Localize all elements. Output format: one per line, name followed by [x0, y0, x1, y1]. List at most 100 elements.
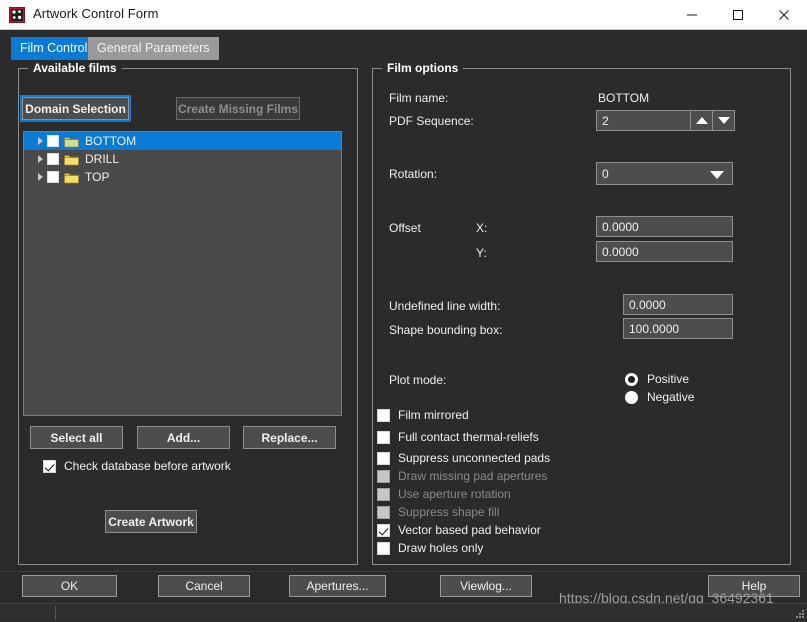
pdf-sequence-decrement-button[interactable] [713, 110, 735, 131]
shape-bounding-box-label: Shape bounding box: [389, 323, 502, 337]
film-name-value: BOTTOM [598, 91, 649, 105]
checkbox-box [377, 470, 390, 483]
tree-item-label: TOP [85, 170, 109, 184]
folder-icon [64, 171, 79, 184]
tree-item-label: DRILL [85, 152, 119, 166]
checkbox-box[interactable] [377, 524, 390, 537]
close-button[interactable] [761, 0, 807, 29]
checkbox-label: Suppress shape fill [398, 505, 499, 519]
chevron-right-icon[interactable] [33, 137, 47, 145]
checkbox-label: Check database before artwork [64, 459, 231, 473]
radio-label: Positive [647, 372, 689, 386]
table-row[interactable]: BOTTOM [24, 132, 341, 150]
checkbox-box[interactable] [377, 452, 390, 465]
checkbox-box[interactable] [377, 431, 390, 444]
checkbox-label: Film mirrored [398, 408, 469, 422]
add-button[interactable]: Add... [137, 426, 230, 449]
suppress-shape-fill-checkbox: Suppress shape fill [377, 505, 499, 519]
undefined-line-width-input[interactable]: 0.0000 [623, 294, 733, 315]
cancel-button[interactable]: Cancel [158, 575, 250, 597]
ok-button[interactable]: OK [22, 575, 117, 597]
pdf-sequence-input[interactable]: 2 [596, 110, 691, 131]
title-bar: Artwork Control Form [0, 0, 807, 30]
offset-y-input[interactable]: 0.0000 [596, 241, 733, 262]
radio-mark[interactable] [625, 373, 638, 386]
chevron-right-icon[interactable] [33, 173, 47, 181]
draw-holes-only-checkbox[interactable]: Draw holes only [377, 541, 483, 555]
maximize-icon [732, 9, 744, 21]
available-films-title: Available films [28, 61, 122, 75]
full-contact-thermal-reliefs-checkbox[interactable]: Full contact thermal-reliefs [377, 430, 539, 444]
pdf-sequence-increment-button[interactable] [691, 110, 713, 131]
draw-missing-pad-apertures-checkbox: Draw missing pad apertures [377, 469, 547, 483]
offset-label: Offset [389, 221, 421, 235]
domain-selection-button[interactable]: Domain Selection [22, 97, 129, 120]
film-name-label: Film name: [389, 91, 448, 105]
film-checkbox[interactable] [47, 171, 59, 183]
create-artwork-button[interactable]: Create Artwork [105, 510, 197, 533]
status-bar [0, 603, 807, 621]
checkbox-box [377, 506, 390, 519]
tab-general-parameters[interactable]: General Parameters [88, 37, 219, 60]
rotation-label: Rotation: [389, 167, 437, 181]
folder-icon [64, 135, 79, 148]
minimize-button[interactable] [669, 0, 715, 29]
help-button[interactable]: Help [708, 575, 800, 597]
triangle-down-icon [718, 117, 730, 124]
films-tree-list[interactable]: BOTTOM DRILL TOP [23, 131, 342, 416]
check-database-before-artwork-checkbox[interactable]: Check database before artwork [43, 459, 231, 473]
pdf-sequence-stepper[interactable]: 2 [596, 110, 735, 131]
vector-based-pad-behavior-checkbox[interactable]: Vector based pad behavior [377, 523, 541, 537]
checkbox-box[interactable] [43, 460, 56, 473]
triangle-up-icon [696, 117, 708, 124]
viewlog-button[interactable]: Viewlog... [440, 575, 532, 597]
rotation-select[interactable]: 0 [596, 162, 733, 185]
radio-label: Negative [647, 390, 694, 404]
radio-mark[interactable] [625, 391, 638, 404]
film-mirrored-checkbox[interactable]: Film mirrored [377, 408, 469, 422]
plot-mode-positive-radio[interactable]: Positive [625, 372, 689, 386]
checkbox-label: Full contact thermal-reliefs [398, 430, 539, 444]
close-icon [778, 9, 790, 21]
folder-icon [64, 153, 79, 166]
shape-bounding-box-input[interactable]: 100.0000 [623, 318, 733, 339]
film-checkbox[interactable] [47, 153, 59, 165]
suppress-unconnected-pads-checkbox[interactable]: Suppress unconnected pads [377, 451, 550, 465]
checkbox-label: Suppress unconnected pads [398, 451, 550, 465]
apertures-button[interactable]: Apertures... [289, 575, 386, 597]
chevron-right-icon[interactable] [33, 155, 47, 163]
resize-grip-icon[interactable] [793, 607, 805, 619]
use-aperture-rotation-checkbox: Use aperture rotation [377, 487, 511, 501]
table-row[interactable]: TOP [24, 168, 341, 186]
pdf-sequence-label: PDF Sequence: [389, 114, 474, 128]
replace-button[interactable]: Replace... [243, 426, 336, 449]
checkbox-box [377, 488, 390, 501]
checkbox-box[interactable] [377, 542, 390, 555]
tree-item-label: BOTTOM [85, 134, 136, 148]
checkbox-label: Use aperture rotation [398, 487, 511, 501]
plot-mode-negative-radio[interactable]: Negative [625, 390, 694, 404]
maximize-button[interactable] [715, 0, 761, 29]
window-title: Artwork Control Form [33, 6, 159, 21]
checkbox-label: Draw missing pad apertures [398, 469, 547, 483]
checkbox-label: Draw holes only [398, 541, 483, 555]
status-divider [55, 606, 56, 620]
offset-x-input[interactable]: 0.0000 [596, 216, 733, 237]
chevron-down-icon [710, 171, 724, 179]
tab-strip: Film Control General Parameters [0, 31, 807, 61]
minimize-icon [686, 9, 698, 21]
film-checkbox[interactable] [47, 135, 59, 147]
tab-film-control[interactable]: Film Control [11, 37, 96, 60]
checkbox-label: Vector based pad behavior [398, 523, 541, 537]
offset-x-label: X: [476, 221, 487, 235]
table-row[interactable]: DRILL [24, 150, 341, 168]
artwork-control-form-window: Artwork Control Form Film Control Genera… [0, 0, 807, 621]
plot-mode-label: Plot mode: [389, 373, 446, 387]
select-all-button[interactable]: Select all [30, 426, 123, 449]
artwork-app-icon [9, 7, 25, 23]
undefined-line-width-label: Undefined line width: [389, 299, 500, 313]
offset-y-label: Y: [476, 246, 487, 260]
rotation-value: 0 [602, 167, 609, 181]
checkbox-box[interactable] [377, 409, 390, 422]
create-missing-films-button: Create Missing Films [176, 97, 300, 120]
